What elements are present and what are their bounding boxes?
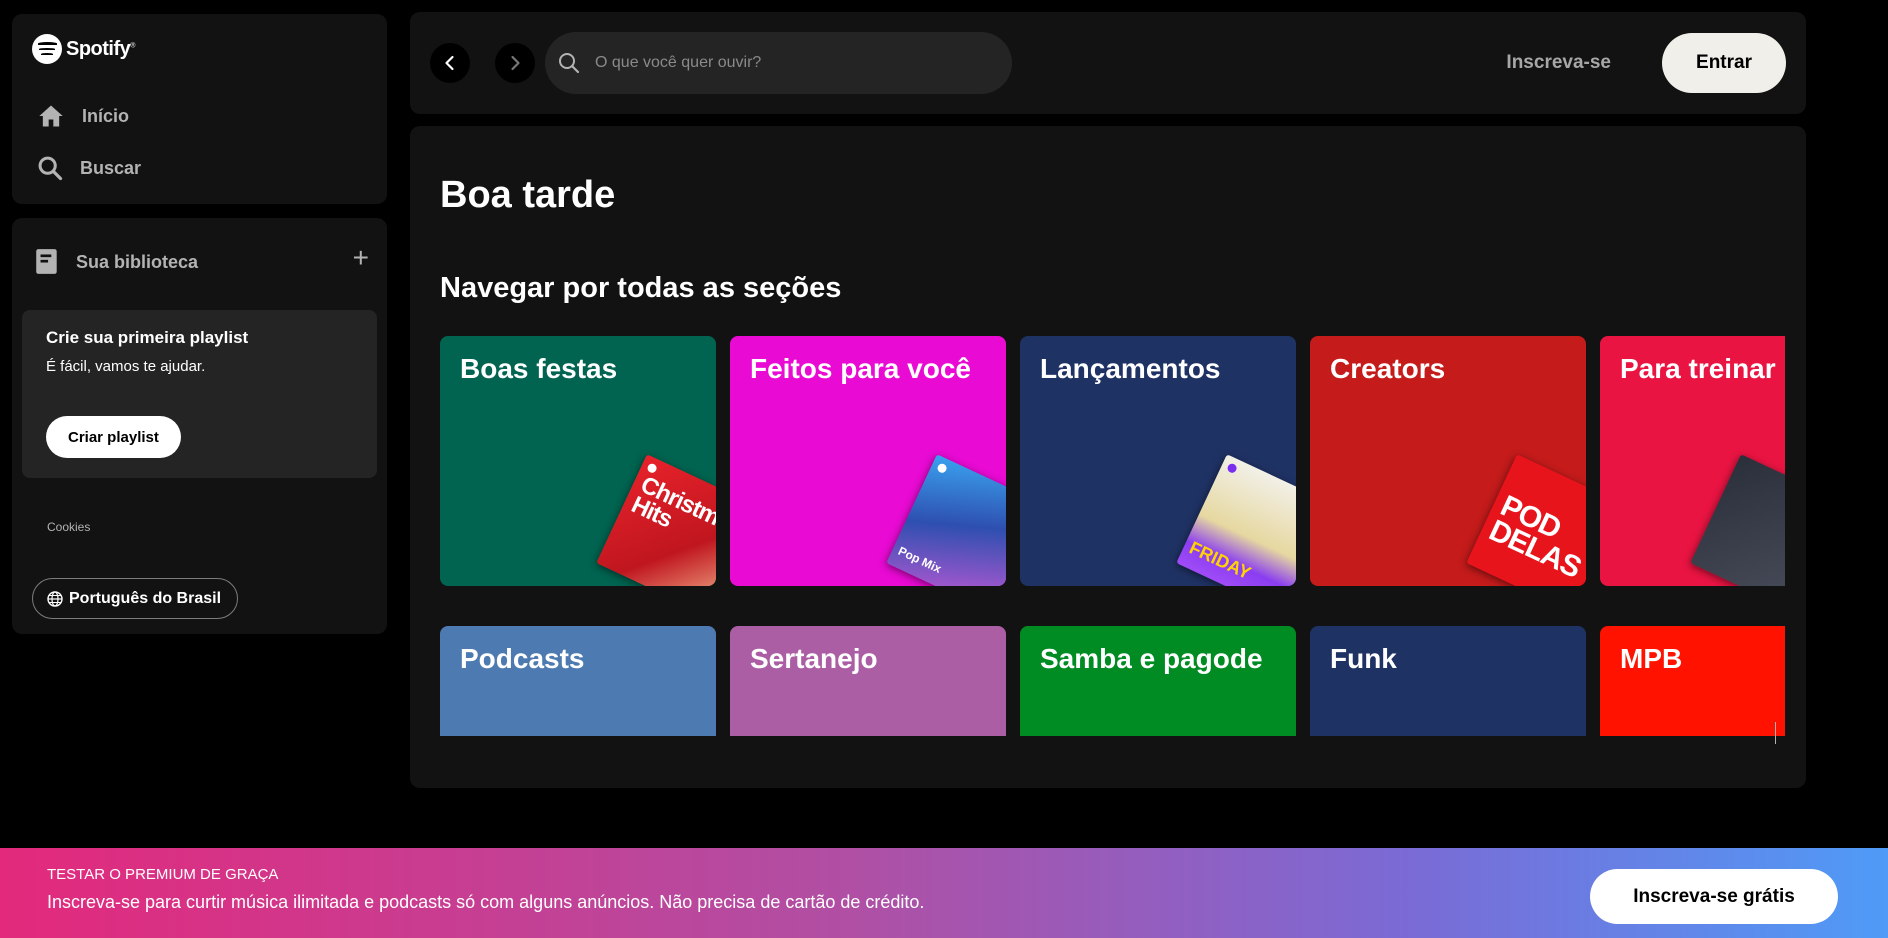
- category-title: Feitos para você: [750, 353, 971, 384]
- scroll-indicator: [1775, 722, 1776, 744]
- search-input[interactable]: [595, 54, 975, 72]
- category-card-lancamentos[interactable]: Lançamentos FRIDAY: [1020, 336, 1296, 586]
- category-title: Funk: [1330, 643, 1397, 674]
- main-content: Boa tarde Navegar por todas as seções Bo…: [410, 126, 1806, 788]
- chevron-left-icon: [445, 55, 454, 71]
- spotify-logo[interactable]: Spotify®: [32, 34, 135, 64]
- page-title: Boa tarde: [440, 174, 616, 216]
- spotify-mark-icon: [1226, 462, 1239, 475]
- category-art: POD DELAS: [1466, 454, 1586, 586]
- category-card-creators[interactable]: Creators POD DELAS: [1310, 336, 1586, 586]
- spotify-mark-icon: [936, 462, 949, 475]
- section-title: Navegar por todas as seções: [440, 272, 842, 304]
- category-art-text: Christmas Hits: [627, 471, 716, 542]
- spotify-wordmark: Spotify®: [66, 37, 135, 60]
- sidebar-nav-panel: Spotify® Início Buscar: [12, 14, 387, 204]
- create-playlist-card: Crie sua primeira playlist É fácil, vamo…: [22, 310, 377, 478]
- cookies-link[interactable]: Cookies: [47, 520, 90, 534]
- plus-icon[interactable]: +: [353, 244, 369, 272]
- top-bar: Inscreva-se Entrar: [410, 12, 1806, 114]
- category-title: Para treinar: [1620, 353, 1776, 384]
- login-button[interactable]: Entrar: [1662, 33, 1786, 93]
- create-playlist-button[interactable]: Criar playlist: [46, 416, 181, 458]
- globe-icon: [47, 590, 63, 607]
- search-bar[interactable]: [545, 32, 1012, 94]
- category-card-para-treinar[interactable]: Para treinar: [1600, 336, 1785, 586]
- category-title: Samba e pagode: [1040, 643, 1263, 674]
- category-grid: Boas festas Christmas Hits Feitos para v…: [440, 336, 1785, 736]
- banner-kicker: TESTAR O PREMIUM DE GRAÇA: [47, 866, 279, 883]
- library-panel: Sua biblioteca + Crie sua primeira playl…: [12, 218, 387, 634]
- category-card-podcasts[interactable]: Podcasts: [440, 626, 716, 736]
- category-art: Pop Mix: [886, 454, 1006, 586]
- library-title: Sua biblioteca: [76, 251, 199, 272]
- category-art-text: FRIDAY: [1186, 537, 1255, 584]
- category-art-text: POD DELAS: [1484, 489, 1586, 585]
- sidebar-item-label: Início: [82, 105, 130, 126]
- chevron-right-icon: [511, 55, 520, 71]
- category-title: Podcasts: [460, 643, 585, 674]
- banner-text: Inscreva-se para curtir música ilimitada…: [47, 892, 925, 912]
- category-title: Sertanejo: [750, 643, 878, 674]
- category-title: MPB: [1620, 643, 1683, 674]
- premium-banner[interactable]: TESTAR O PREMIUM DE GRAÇA Inscreva-se pa…: [0, 848, 1888, 938]
- category-card-feitos-para-voce[interactable]: Feitos para você Pop Mix: [730, 336, 1006, 586]
- category-card-sertanejo[interactable]: Sertanejo: [730, 626, 1006, 736]
- category-title: Creators: [1330, 353, 1446, 384]
- sidebar-item-label: Buscar: [80, 157, 142, 178]
- library-header[interactable]: Sua biblioteca: [34, 248, 198, 276]
- category-card-samba-e-pagode[interactable]: Samba e pagode: [1020, 626, 1296, 736]
- category-card-funk[interactable]: Funk: [1310, 626, 1586, 736]
- library-icon: [36, 249, 57, 274]
- spotify-logo-icon: [32, 34, 62, 64]
- signup-link[interactable]: Inscreva-se: [1506, 52, 1611, 74]
- category-title: Lançamentos: [1040, 353, 1221, 384]
- category-art: Christmas Hits: [596, 454, 716, 586]
- search-icon: [559, 53, 580, 74]
- category-title: Boas festas: [460, 353, 618, 384]
- sidebar-item-home[interactable]: Início: [36, 102, 129, 130]
- category-art: FRIDAY: [1176, 454, 1296, 586]
- forward-button[interactable]: [495, 43, 535, 83]
- category-art-text: Pop Mix: [895, 543, 944, 576]
- create-playlist-title: Crie sua primeira playlist: [46, 328, 249, 347]
- language-button[interactable]: Português do Brasil: [32, 578, 239, 619]
- signup-free-button[interactable]: Inscreva-se grátis: [1590, 869, 1838, 924]
- language-label: Português do Brasil: [69, 589, 222, 607]
- search-icon: [38, 156, 63, 181]
- category-art: [1690, 454, 1785, 586]
- sidebar-item-search[interactable]: Buscar: [36, 154, 141, 182]
- category-card-mpb[interactable]: MPB: [1600, 626, 1785, 736]
- create-playlist-text: É fácil, vamos te ajudar.: [46, 358, 206, 375]
- category-card-boas-festas[interactable]: Boas festas Christmas Hits: [440, 336, 716, 586]
- back-button[interactable]: [430, 43, 470, 83]
- home-icon: [39, 105, 63, 127]
